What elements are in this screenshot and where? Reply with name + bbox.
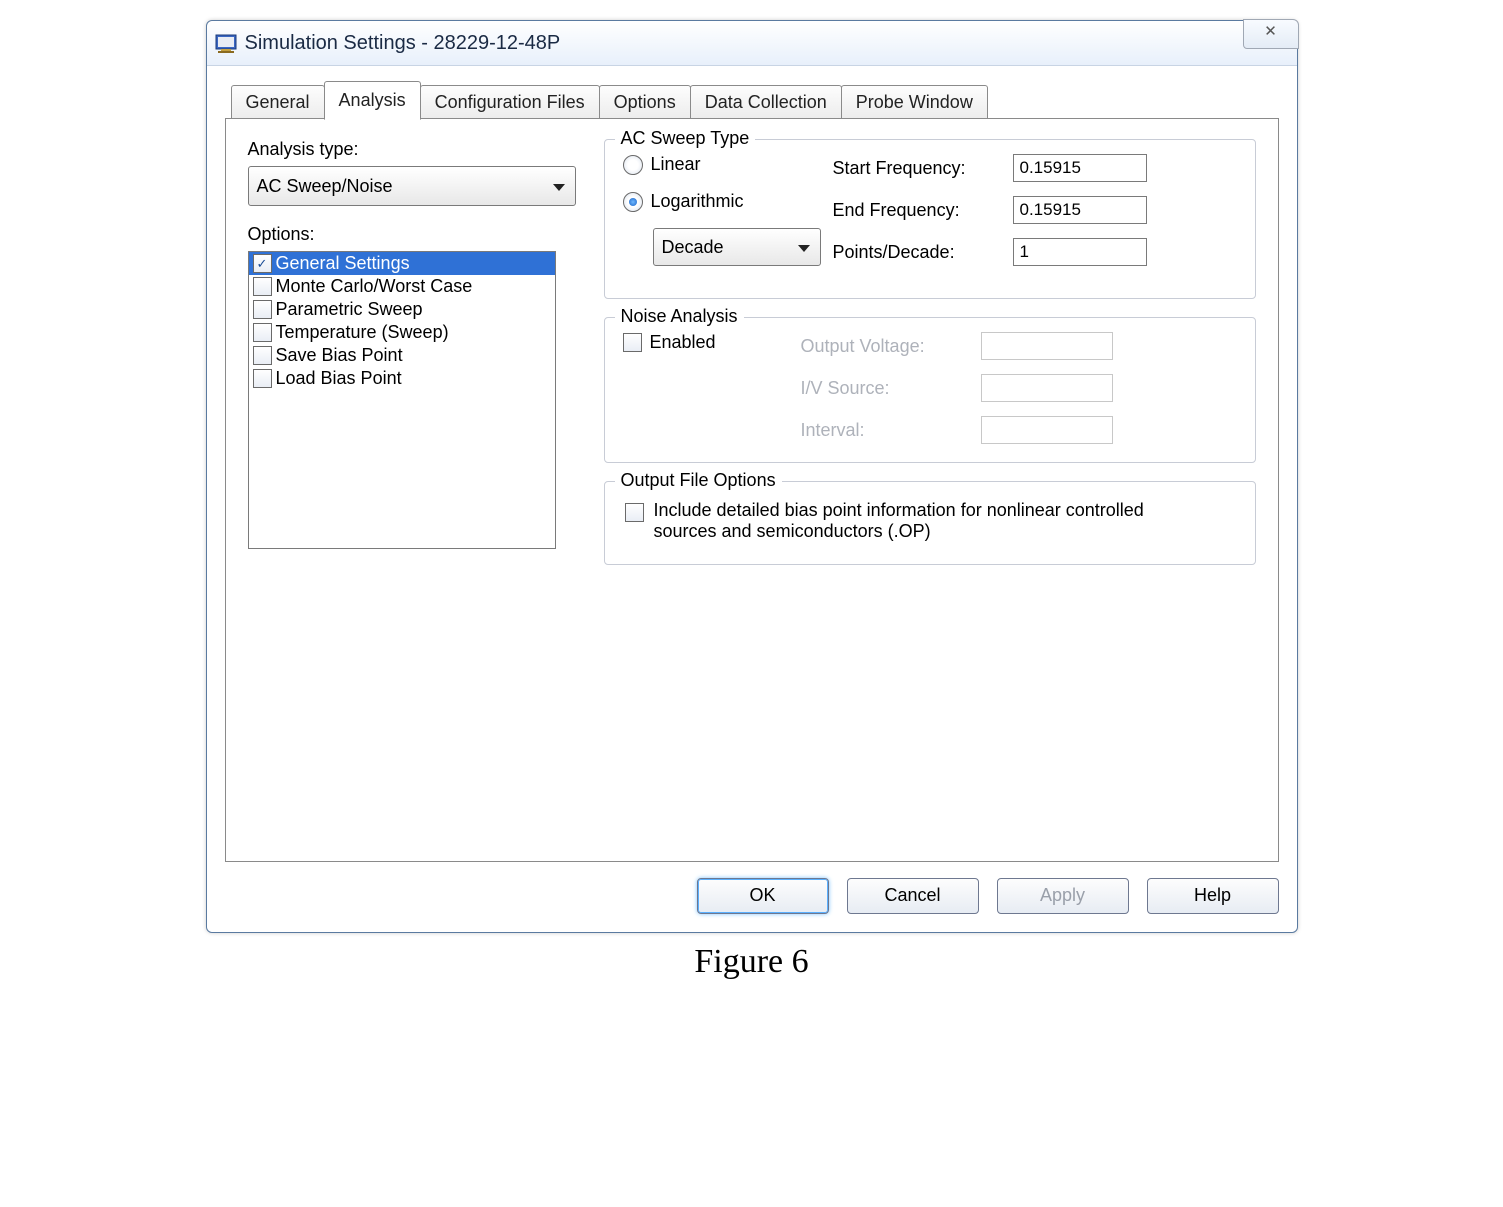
output-file-legend: Output File Options [615, 470, 782, 491]
include-op-checkbox[interactable] [625, 503, 644, 522]
checkbox-icon[interactable] [253, 254, 272, 273]
option-general-settings[interactable]: General Settings [249, 252, 555, 275]
interval-input [981, 416, 1113, 444]
output-voltage-label: Output Voltage: [801, 336, 971, 357]
ac-sweep-fieldset: AC Sweep Type Linear Logarithmic [604, 139, 1256, 299]
checkbox-icon[interactable] [253, 323, 272, 342]
radio-linear[interactable]: Linear [623, 154, 833, 175]
option-label: Monte Carlo/Worst Case [276, 276, 473, 297]
ac-sweep-legend: AC Sweep Type [615, 128, 756, 149]
app-icon [215, 32, 237, 54]
interval-label: Interval: [801, 420, 971, 441]
close-button[interactable]: ✕ [1243, 19, 1299, 49]
radio-log-label: Logarithmic [651, 191, 744, 212]
start-freq-label: Start Frequency: [833, 158, 1003, 179]
analysis-type-dropdown[interactable]: AC Sweep/Noise [248, 166, 576, 206]
noise-enabled-label: Enabled [650, 332, 716, 353]
checkbox-icon[interactable] [253, 277, 272, 296]
output-voltage-input [981, 332, 1113, 360]
radio-logarithmic[interactable]: Logarithmic [623, 191, 833, 212]
dialog-buttons: OK Cancel Apply Help [225, 878, 1279, 914]
end-freq-label: End Frequency: [833, 200, 1003, 221]
ok-button[interactable]: OK [697, 878, 829, 914]
option-label: Save Bias Point [276, 345, 403, 366]
option-load-bias-point[interactable]: Load Bias Point [249, 367, 555, 390]
points-decade-label: Points/Decade: [833, 242, 1003, 263]
option-label: General Settings [276, 253, 410, 274]
start-freq-input[interactable] [1013, 154, 1147, 182]
iv-source-input [981, 374, 1113, 402]
include-op-label: Include detailed bias point information … [654, 500, 1194, 542]
radio-icon [623, 192, 643, 212]
close-icon: ✕ [1264, 23, 1277, 40]
points-decade-input[interactable] [1013, 238, 1147, 266]
option-monte-carlo[interactable]: Monte Carlo/Worst Case [249, 275, 555, 298]
iv-source-label: I/V Source: [801, 378, 971, 399]
tabstrip: General Analysis Configuration Files Opt… [225, 80, 1279, 119]
noise-legend: Noise Analysis [615, 306, 744, 327]
noise-enabled-checkbox[interactable] [623, 333, 642, 352]
right-column: AC Sweep Type Linear Logarithmic [604, 139, 1256, 583]
checkbox-icon[interactable] [253, 369, 272, 388]
output-file-fieldset: Output File Options Include detailed bia… [604, 481, 1256, 565]
analysis-type-value: AC Sweep/Noise [257, 176, 393, 197]
tab-probe-window[interactable]: Probe Window [841, 85, 988, 119]
radio-linear-label: Linear [651, 154, 701, 175]
help-button[interactable]: Help [1147, 878, 1279, 914]
tab-data-collection[interactable]: Data Collection [690, 85, 842, 119]
analysis-panel: Analysis type: AC Sweep/Noise Options: G… [225, 118, 1279, 862]
analysis-type-label: Analysis type: [248, 139, 578, 160]
figure-caption: Figure 6 [0, 943, 1503, 981]
option-label: Temperature (Sweep) [276, 322, 449, 343]
tab-analysis[interactable]: Analysis [324, 81, 421, 120]
apply-button[interactable]: Apply [997, 878, 1129, 914]
options-listbox[interactable]: General Settings Monte Carlo/Worst Case … [248, 251, 556, 549]
option-label: Parametric Sweep [276, 299, 423, 320]
options-label: Options: [248, 224, 578, 245]
option-temperature-sweep[interactable]: Temperature (Sweep) [249, 321, 555, 344]
option-label: Load Bias Point [276, 368, 402, 389]
left-column: Analysis type: AC Sweep/Noise Options: G… [248, 139, 578, 583]
option-parametric-sweep[interactable]: Parametric Sweep [249, 298, 555, 321]
tab-general[interactable]: General [231, 85, 325, 119]
log-scale-value: Decade [662, 237, 724, 258]
dialog-body: General Analysis Configuration Files Opt… [207, 66, 1297, 932]
noise-fieldset: Noise Analysis Enabled Output Voltag [604, 317, 1256, 463]
tab-configuration-files[interactable]: Configuration Files [420, 85, 600, 119]
settings-dialog: Simulation Settings - 28229-12-48P ✕ Gen… [206, 20, 1298, 933]
option-save-bias-point[interactable]: Save Bias Point [249, 344, 555, 367]
checkbox-icon[interactable] [253, 300, 272, 319]
end-freq-input[interactable] [1013, 196, 1147, 224]
radio-icon [623, 155, 643, 175]
window-title: Simulation Settings - 28229-12-48P [245, 32, 561, 55]
cancel-button[interactable]: Cancel [847, 878, 979, 914]
log-scale-dropdown[interactable]: Decade [653, 228, 821, 266]
titlebar: Simulation Settings - 28229-12-48P ✕ [207, 21, 1297, 66]
checkbox-icon[interactable] [253, 346, 272, 365]
tab-options[interactable]: Options [599, 85, 691, 119]
